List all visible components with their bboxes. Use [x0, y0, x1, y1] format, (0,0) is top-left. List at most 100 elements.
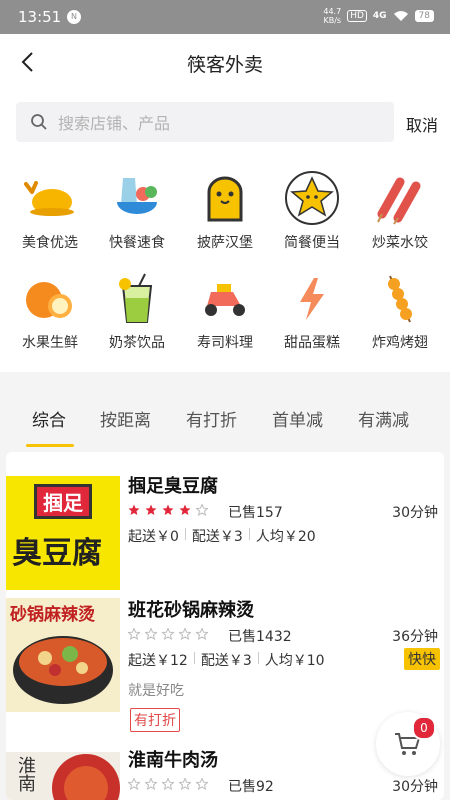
fee-info: 起送￥0 配送￥3 人均￥20: [128, 526, 316, 546]
category-label: 奶茶饮品: [109, 335, 165, 351]
tab-distance[interactable]: 按距离: [100, 406, 151, 431]
shop-name: 班花砂锅麻辣烫: [128, 600, 254, 621]
category-item[interactable]: 简餐便当: [267, 170, 357, 252]
juice-cup-icon: [119, 273, 153, 323]
roast-chicken-icon: [24, 181, 74, 216]
status-indicators: 44.7 KB/s HD 4G 78: [323, 7, 434, 25]
shop-name: 掴足臭豆腐: [128, 476, 218, 497]
search-box[interactable]: [16, 102, 394, 144]
category-item[interactable]: 炒菜水饺: [355, 170, 445, 252]
star-empty-icon: [128, 628, 140, 640]
sausage-skewer-icon: [377, 177, 421, 225]
hotpot-image: [13, 636, 113, 704]
shop-note: 就是好吃: [128, 683, 184, 699]
rating-stars: [128, 504, 208, 516]
status-bar: 13:51 N 44.7 KB/s HD 4G 78: [0, 0, 450, 34]
star-filled-icon: [145, 504, 157, 515]
delivery-time: 30分钟: [392, 779, 438, 795]
tab-discount[interactable]: 有打折: [186, 406, 237, 431]
delivery-fee: 配送￥3: [191, 529, 243, 545]
min-order: 起送￥12: [128, 653, 188, 669]
avg-price: 人均￥10: [264, 653, 325, 669]
category-grid: 美食优选 快餐速食 披萨汉堡 简餐便当 炒菜水饺 水果生鲜 奶茶饮品 寿司料理 …: [0, 156, 450, 372]
star-face-icon: [285, 171, 339, 225]
net-speed-value: 44.7: [323, 7, 342, 16]
sold-count: 已售1432: [228, 629, 292, 645]
star-empty-icon: [196, 778, 208, 790]
star-filled-icon: [128, 504, 140, 515]
search-input[interactable]: [56, 102, 380, 144]
star-empty-icon: [196, 504, 208, 516]
category-label: 炸鸡烤翅: [372, 335, 428, 351]
category-label: 寿司料理: [197, 335, 253, 351]
cancel-button[interactable]: 取消: [406, 112, 438, 136]
category-item[interactable]: 寿司料理: [180, 270, 270, 352]
avg-price: 人均￥20: [255, 529, 316, 545]
sold-count: 已售92: [228, 779, 274, 795]
thumb-text-2: 臭豆腐: [12, 536, 102, 571]
fast-food-bowl-icon: [117, 178, 157, 214]
wifi-icon: [393, 11, 408, 21]
star-filled-icon: [162, 504, 174, 515]
notification-badge-icon: N: [67, 10, 81, 24]
lightning-icon: [300, 278, 324, 320]
star-empty-icon: [179, 628, 191, 640]
thumb-text: 掴足: [34, 484, 92, 519]
delivery-fee: 配送￥3: [200, 653, 252, 669]
category-label: 简餐便当: [284, 235, 340, 251]
star-empty-icon: [145, 778, 157, 790]
delivery-time: 30分钟: [392, 505, 438, 521]
thumb-text: 砂锅麻辣烫: [10, 605, 95, 625]
shop-thumbnail: 淮南: [6, 752, 120, 800]
fee-info: 起送￥12 配送￥3 人均￥10: [128, 650, 325, 670]
tab-comprehensive[interactable]: 综合: [32, 406, 66, 431]
status-time: 13:51: [18, 8, 62, 26]
star-empty-icon: [145, 628, 157, 640]
rating-stars: [128, 778, 208, 790]
category-item[interactable]: 水果生鲜: [5, 270, 95, 352]
cart-count-badge: 0: [412, 716, 436, 740]
cart-button[interactable]: 0: [376, 712, 440, 776]
shop-card[interactable]: 砂锅麻辣烫 班花砂锅麻辣烫 已售1432 36分钟 起送￥12 配送￥3 人均￥…: [6, 592, 444, 740]
signal-icon: 4G: [372, 11, 387, 21]
rating-stars: [128, 628, 208, 640]
category-label: 披萨汉堡: [197, 235, 253, 251]
delivery-time: 36分钟: [392, 629, 438, 645]
category-label: 甜品蛋糕: [284, 335, 340, 351]
category-item[interactable]: 美食优选: [5, 170, 95, 252]
thumb-text: 淮南: [15, 756, 36, 792]
shop-thumbnail: 砂锅麻辣烫: [6, 598, 120, 712]
page-title: 筷客外卖: [186, 54, 263, 76]
star-empty-icon: [128, 778, 140, 790]
search-bar: 取消: [0, 90, 450, 156]
category-item[interactable]: 炸鸡烤翅: [355, 270, 445, 352]
category-item[interactable]: 快餐速食: [92, 170, 182, 252]
scooter-icon: [205, 284, 245, 316]
star-empty-icon: [196, 628, 208, 640]
toast-bread-icon: [207, 176, 243, 222]
min-order: 起送￥0: [128, 529, 179, 545]
discount-badge: 有打折: [130, 708, 180, 732]
category-item[interactable]: 披萨汉堡: [180, 170, 270, 252]
category-item[interactable]: 甜品蛋糕: [267, 270, 357, 352]
category-item[interactable]: 奶茶饮品: [92, 270, 182, 352]
battery-icon: 78: [414, 10, 434, 22]
category-label: 美食优选: [22, 235, 78, 251]
star-empty-icon: [162, 778, 174, 790]
category-label: 炒菜水饺: [372, 235, 428, 251]
star-empty-icon: [179, 778, 191, 790]
tab-active-indicator: [26, 444, 74, 447]
net-speed: 44.7 KB/s: [323, 7, 341, 25]
sold-count: 已售157: [228, 505, 283, 521]
fast-badge: 快快: [404, 648, 440, 670]
sort-tabs: 综合 按距离 有打折 首单减 有满减: [0, 372, 450, 452]
orange-icon: [26, 282, 72, 318]
category-label: 水果生鲜: [22, 335, 78, 351]
navbar: 筷客外卖: [0, 34, 450, 90]
beef-soup-image: [52, 754, 120, 800]
shop-thumbnail: 掴足 臭豆腐: [6, 476, 120, 590]
tab-full-reduction[interactable]: 有满减: [358, 406, 409, 431]
tab-first-order[interactable]: 首单减: [272, 406, 323, 431]
shop-card[interactable]: 掴足 臭豆腐 掴足臭豆腐 已售157 30分钟 起送￥0 配送￥3 人均￥20: [6, 452, 444, 592]
category-label: 快餐速食: [109, 235, 165, 251]
